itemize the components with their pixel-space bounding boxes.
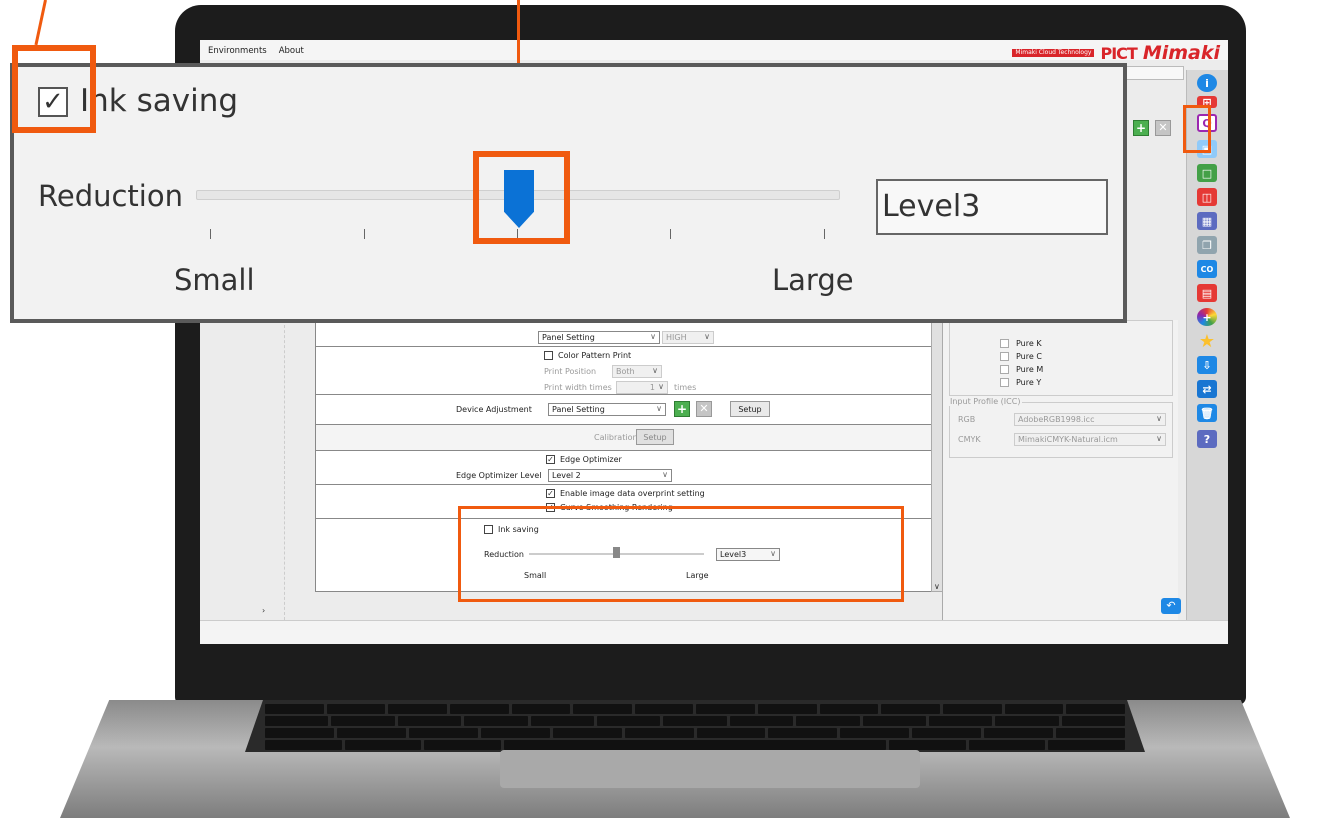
layout-icon[interactable]: ◫: [1197, 188, 1217, 206]
cmyk-label: CMYK: [958, 435, 981, 444]
color-pattern-checkbox[interactable]: [544, 351, 553, 360]
left-strip: [275, 320, 285, 620]
calibration-setup-button: Setup: [636, 429, 674, 445]
device-adjustment-label: Device Adjustment: [456, 405, 532, 414]
overprint-label: Enable image data overprint setting: [560, 489, 705, 498]
pressure-select: HIGH: [662, 331, 714, 344]
print-width-input: 1: [616, 381, 668, 394]
edge-optimizer-checkbox[interactable]: ✓: [546, 455, 555, 464]
zoom-tick-1: [364, 229, 365, 239]
pure-c-label: Pure C: [1016, 352, 1042, 361]
document-icon[interactable]: ▤: [1197, 284, 1217, 302]
cloud-badge: Mimaki Cloud Technology: [1012, 48, 1095, 58]
trackpad: [500, 750, 920, 788]
zoom-tick-4: [824, 229, 825, 239]
undo-icon[interactable]: ↶: [1161, 598, 1181, 614]
device-setup-button[interactable]: Setup: [730, 401, 770, 417]
edge-level-label: Edge Optimizer Level: [456, 471, 542, 480]
zoom-large-label: Large: [772, 263, 854, 297]
star-icon[interactable]: ★: [1197, 331, 1217, 352]
pure-c-checkbox[interactable]: [1000, 352, 1009, 361]
color-panel: Pure K Pure C Pure M Pure Y Input Profil…: [942, 320, 1178, 632]
pict-logo: PICT: [1100, 43, 1137, 63]
add-button-top[interactable]: +: [1133, 120, 1149, 136]
pinch-select[interactable]: Panel Setting: [538, 331, 660, 344]
transfer-icon[interactable]: ⇄: [1197, 380, 1217, 398]
remove-adjustment-button: ✕: [696, 401, 712, 417]
color-wheel-icon[interactable]: +: [1197, 308, 1217, 326]
ink-saving-callout: [458, 506, 904, 602]
zoom-thumb-callout: [473, 151, 570, 244]
calibration-row: Calibration Setup: [316, 425, 932, 451]
edge-optimizer-label: Edge Optimizer: [560, 455, 622, 464]
zoom-checkbox-callout: [12, 45, 96, 133]
co-icon[interactable]: CO: [1197, 260, 1217, 278]
print-position-select: Both: [612, 365, 662, 378]
remove-button-top[interactable]: ✕: [1155, 120, 1171, 136]
add-adjustment-button[interactable]: +: [674, 401, 690, 417]
overprint-checkbox[interactable]: ✓: [546, 489, 555, 498]
keyboard: [245, 700, 1145, 752]
menu-environments[interactable]: Environments: [208, 46, 267, 56]
info-icon[interactable]: i: [1197, 74, 1217, 92]
print-width-value: 1: [649, 383, 655, 392]
zoom-level-field: Level3: [876, 179, 1108, 235]
pure-k-label: Pure K: [1016, 339, 1042, 348]
zoom-level-value: Level3: [882, 189, 981, 224]
trash-icon[interactable]: 🗑: [1197, 404, 1217, 422]
callout-line-left: [34, 0, 47, 46]
zoom-ink-saving-label: Ink saving: [80, 83, 239, 119]
input-profile-group: Input Profile (ICC) RGB AdobeRGB1998.icc…: [948, 397, 1173, 458]
mimaki-logo: Mimaki: [1142, 42, 1220, 64]
zoom-panel: ✓ Ink saving Reduction Level3 Small Larg…: [10, 63, 1127, 323]
help-icon[interactable]: ?: [1197, 430, 1217, 448]
status-bar: [200, 620, 1228, 644]
print-width-unit: times: [674, 383, 697, 392]
zoom-tick-3: [670, 229, 671, 239]
export-icon[interactable]: ⇩: [1197, 356, 1217, 374]
color-pattern-label: Color Pattern Print: [558, 351, 632, 360]
pure-y-label: Pure Y: [1016, 378, 1042, 387]
color-pattern-row: Color Pattern Print Print Position Both …: [316, 347, 932, 395]
zoom-reduction-label: Reduction: [38, 179, 183, 213]
pure-m-label: Pure M: [1016, 365, 1044, 374]
rgb-profile-select: AdobeRGB1998.icc: [1014, 413, 1166, 426]
brand-logo: Mimaki Cloud Technology PICT Mimaki: [1012, 42, 1220, 64]
device-adjustment-select[interactable]: Panel Setting: [548, 403, 666, 416]
print-width-label: Print width times: [544, 383, 612, 392]
expand-arrow[interactable]: ›: [262, 606, 265, 615]
frame-icon[interactable]: □: [1197, 164, 1217, 182]
pure-color-group: Pure K Pure C Pure M Pure Y: [949, 320, 1173, 396]
right-toolbar: i ⊞ Q ▣ □ ◫ ▦ ❐ CO ▤ + ★ ⇩ ⇄ 🗑 ?: [1186, 70, 1228, 632]
device-adjustment-row: Device Adjustment Panel Setting + ✕ Setu…: [316, 395, 932, 425]
print-queue-callout: [1183, 105, 1211, 153]
copy-icon[interactable]: ❐: [1197, 236, 1217, 254]
zoom-tick-0: [210, 229, 211, 239]
edge-optimizer-row: ✓ Edge Optimizer Edge Optimizer Level Le…: [316, 451, 932, 485]
table-icon[interactable]: ▦: [1197, 212, 1217, 230]
pinch-roller-row: Panel Setting HIGH: [316, 321, 932, 347]
pure-m-checkbox[interactable]: [1000, 365, 1009, 374]
cmyk-profile-select: MimakiCMYK-Natural.icm: [1014, 433, 1166, 446]
edge-level-select[interactable]: Level 2: [548, 469, 672, 482]
menu-about[interactable]: About: [279, 46, 304, 56]
print-position-label: Print Position: [544, 367, 597, 376]
calibration-label: Calibration: [594, 433, 638, 442]
rgb-label: RGB: [958, 415, 976, 424]
pure-y-checkbox[interactable]: [1000, 378, 1009, 387]
pure-k-checkbox[interactable]: [1000, 339, 1009, 348]
input-profile-title: Input Profile (ICC): [948, 397, 1023, 406]
zoom-small-label: Small: [174, 263, 255, 297]
